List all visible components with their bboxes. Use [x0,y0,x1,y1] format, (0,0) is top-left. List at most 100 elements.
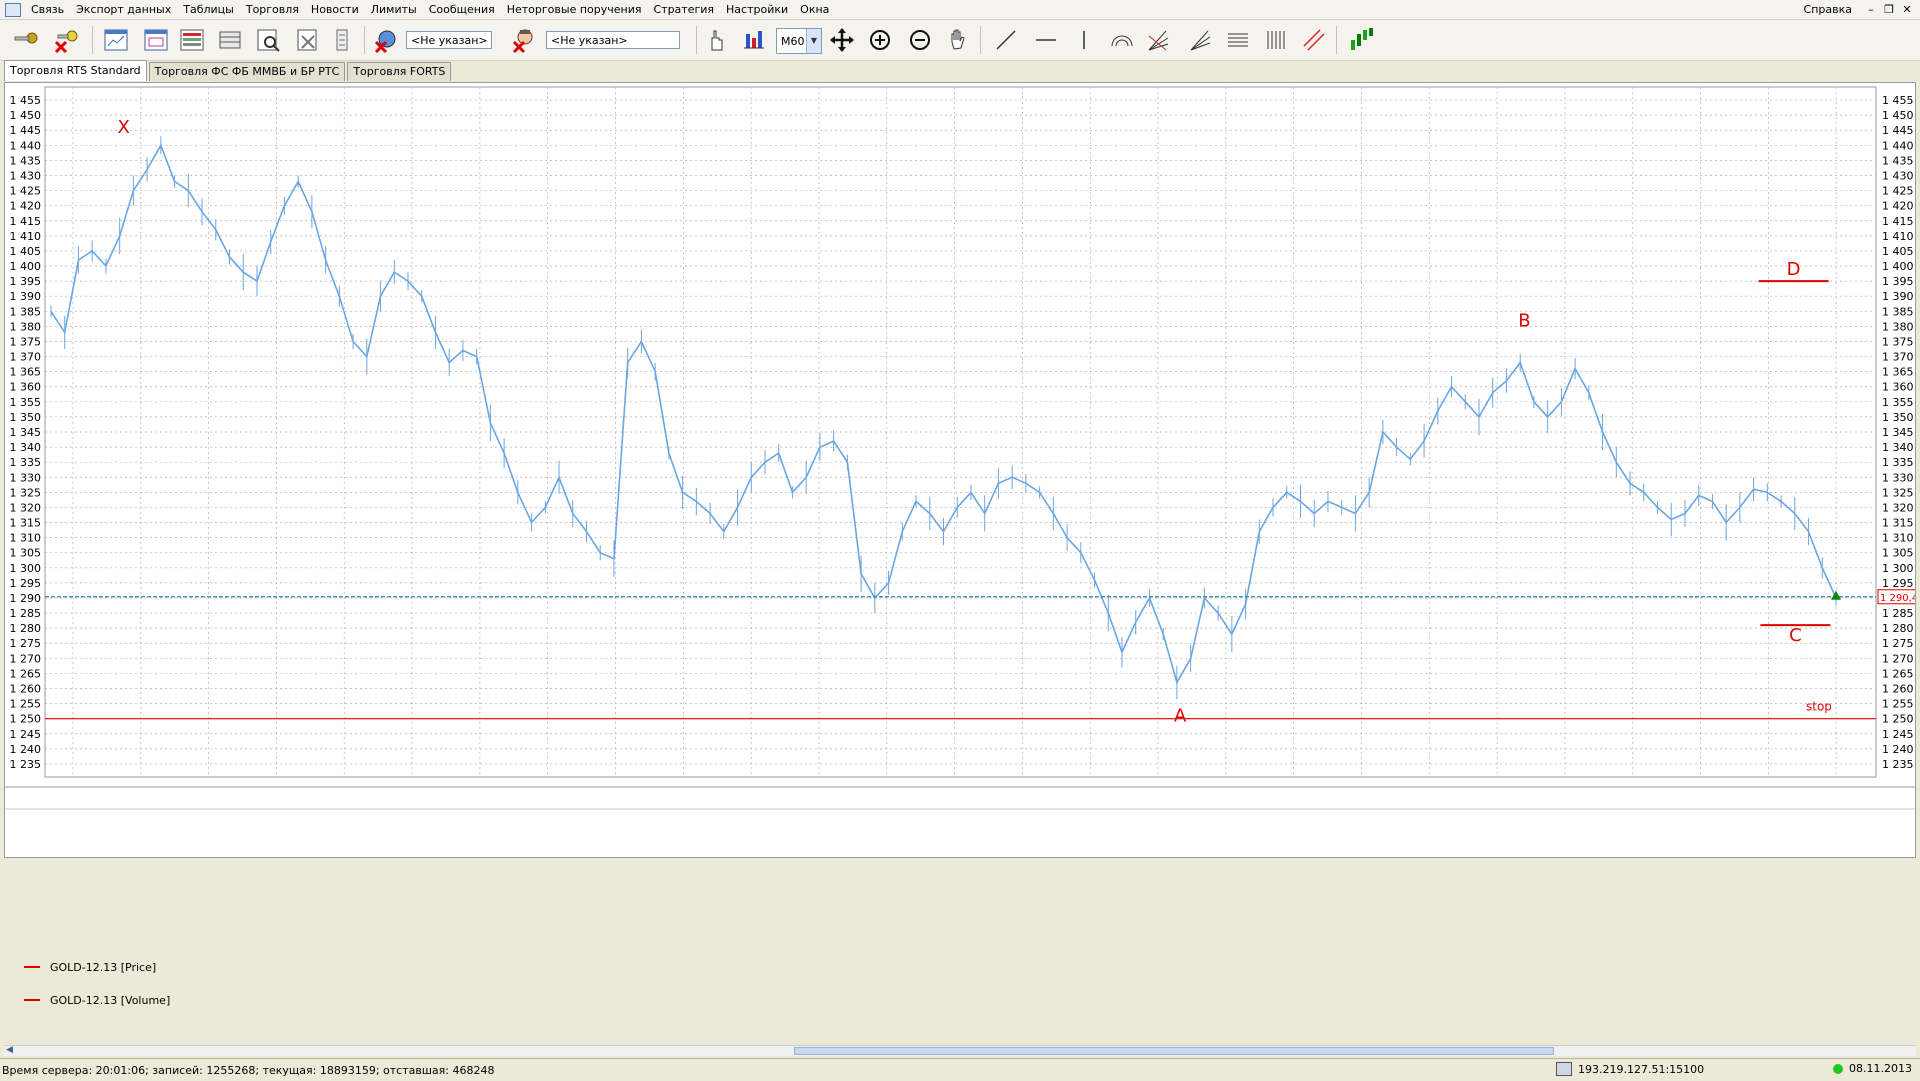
horizontal-line-icon[interactable] [1030,24,1062,56]
y-tick-label-left: 1 260 [10,683,42,696]
table-window-icon[interactable] [176,24,208,56]
indicators-icon[interactable] [1346,24,1378,56]
current-price-label: 1 290,4 [1880,593,1915,604]
account-disabled-icon[interactable] [370,24,402,56]
chart-window[interactable]: 1 455 1 455 1 450 1 450 1 445 1 445 1 440 1 440… [4,82,1916,858]
connection-info: 193.219.127.51:15100 [1556,1062,1704,1076]
y-tick-label-right: 1 425 [1882,185,1914,198]
scroll-left-icon[interactable]: ◀ [6,1045,13,1055]
account-select-1[interactable]: <Не указан> [406,31,492,49]
price-legend-swatch [24,966,40,968]
chart-window-icon[interactable] [100,24,132,56]
menu-item-settings[interactable]: Настройки [720,0,794,19]
y-tick-label-right: 1 365 [1882,366,1914,379]
restore-icon[interactable]: ❐ [1882,3,1896,17]
move-icon[interactable] [826,24,858,56]
price-chart[interactable]: 1 455 1 455 1 450 1 450 1 445 1 445 1 440 1 440… [5,83,1915,857]
y-tick-label-right: 1 340 [1882,441,1914,454]
y-tick-label-left: 1 360 [10,381,42,394]
client-disabled-icon[interactable] [508,24,540,56]
y-tick-label-right: 1 390 [1882,290,1914,303]
tab-micex-rts[interactable]: Торговля ФС ФБ ММВБ и БР РТС [148,62,346,81]
chevron-down-icon[interactable]: ▼ [806,29,821,53]
channel-icon[interactable] [1298,24,1330,56]
fibonacci-arcs-icon[interactable] [1106,24,1138,56]
y-tick-label-left: 1 355 [10,396,42,409]
period-select[interactable]: M60 ▼ [776,28,822,54]
menu-right: Справка – ❐ ✕ [1796,0,1914,19]
menu-item-connection[interactable]: Связь [25,0,70,19]
tab-forts[interactable]: Торговля FORTS [347,62,452,81]
menu-item-messages[interactable]: Сообщения [423,0,501,19]
trend-line-icon[interactable] [990,24,1022,56]
y-tick-label-right: 1 435 [1882,154,1914,167]
menu-item-trading[interactable]: Торговля [240,0,305,19]
vertical-line-icon[interactable] [1068,24,1100,56]
pan-hand-icon[interactable] [942,24,974,56]
toolbar-separator [1336,26,1337,54]
y-tick-label-right: 1 310 [1882,532,1914,545]
y-tick-label-right: 1 440 [1882,139,1914,152]
menu-item-help[interactable]: Справка [1796,0,1860,19]
volume-legend-label: GOLD-12.13 [Volume] [50,993,171,1007]
zoom-in-icon[interactable] [864,24,896,56]
portfolio-icon[interactable] [214,24,246,56]
disconnect-key-icon[interactable] [50,24,82,56]
server-status-text: Время сервера: 20:01:06; записей: 125526… [2,1063,495,1077]
search-doc-icon[interactable] [252,24,284,56]
minimize-icon[interactable]: – [1864,3,1878,17]
y-tick-label-left: 1 410 [10,230,42,243]
y-tick-label-right: 1 355 [1882,396,1914,409]
menu-item-nontrade-orders[interactable]: Неторговые поручения [501,0,648,19]
y-tick-label-left: 1 450 [10,109,42,122]
hand-pointer-icon[interactable] [700,24,732,56]
bar-chart-icon[interactable] [738,24,770,56]
y-tick-label-right: 1 270 [1882,652,1914,665]
network-icon [1556,1062,1572,1076]
y-tick-label-left: 1 380 [10,320,42,333]
y-tick-label-right: 1 345 [1882,426,1914,439]
annotation-x: X [118,117,130,138]
fibonacci-fan-icon[interactable] [1142,24,1174,56]
y-tick-label-left: 1 430 [10,169,42,182]
close-icon[interactable]: ✕ [1900,3,1914,17]
y-tick-label-left: 1 285 [10,607,42,620]
menu-item-export[interactable]: Экспорт данных [70,0,177,19]
zoom-out-icon[interactable] [904,24,936,56]
y-tick-label-left: 1 235 [10,758,42,771]
menu-item-limits[interactable]: Лимиты [365,0,423,19]
y-tick-label-left: 1 405 [10,245,42,258]
menu-item-news[interactable]: Новости [305,0,365,19]
list-icon[interactable] [326,24,358,56]
scrollbar-thumb[interactable] [794,1047,1554,1055]
horizontal-scrollbar[interactable]: ◀ [4,1045,1916,1056]
speed-lines-icon[interactable] [1184,24,1216,56]
y-tick-label-left: 1 335 [10,456,42,469]
account-select-1-value: <Не указан> [411,34,488,47]
y-tick-label-left: 1 455 [10,94,42,107]
cancel-orders-icon[interactable] [292,24,324,56]
menu-item-tables[interactable]: Таблицы [177,0,240,19]
y-tick-label-right: 1 245 [1882,728,1914,741]
y-tick-label-right: 1 420 [1882,200,1914,213]
date-info: 08.11.2013 [1833,1062,1912,1075]
connect-key-icon[interactable] [10,24,42,56]
fibonacci-levels-icon[interactable] [1222,24,1254,56]
quotes-window-icon[interactable] [140,24,172,56]
y-tick-label-right: 1 380 [1882,320,1914,333]
time-zones-icon[interactable] [1260,24,1292,56]
y-tick-label-left: 1 415 [10,215,42,228]
annotation-c: C [1789,625,1802,646]
menu-item-strategy[interactable]: Стратегия [647,0,720,19]
app-icon[interactable] [5,2,21,17]
stop-label: stop [1806,700,1832,714]
client-select[interactable]: <Не указан> [546,31,680,49]
y-tick-label-left: 1 340 [10,441,42,454]
y-tick-label-right: 1 260 [1882,683,1914,696]
tab-rts-standard[interactable]: Торговля RTS Standard [4,60,147,81]
menu-item-windows[interactable]: Окна [794,0,835,19]
y-tick-label-right: 1 240 [1882,743,1914,756]
y-tick-label-right: 1 255 [1882,698,1914,711]
y-tick-label-right: 1 285 [1882,607,1914,620]
y-tick-label-left: 1 395 [10,275,42,288]
